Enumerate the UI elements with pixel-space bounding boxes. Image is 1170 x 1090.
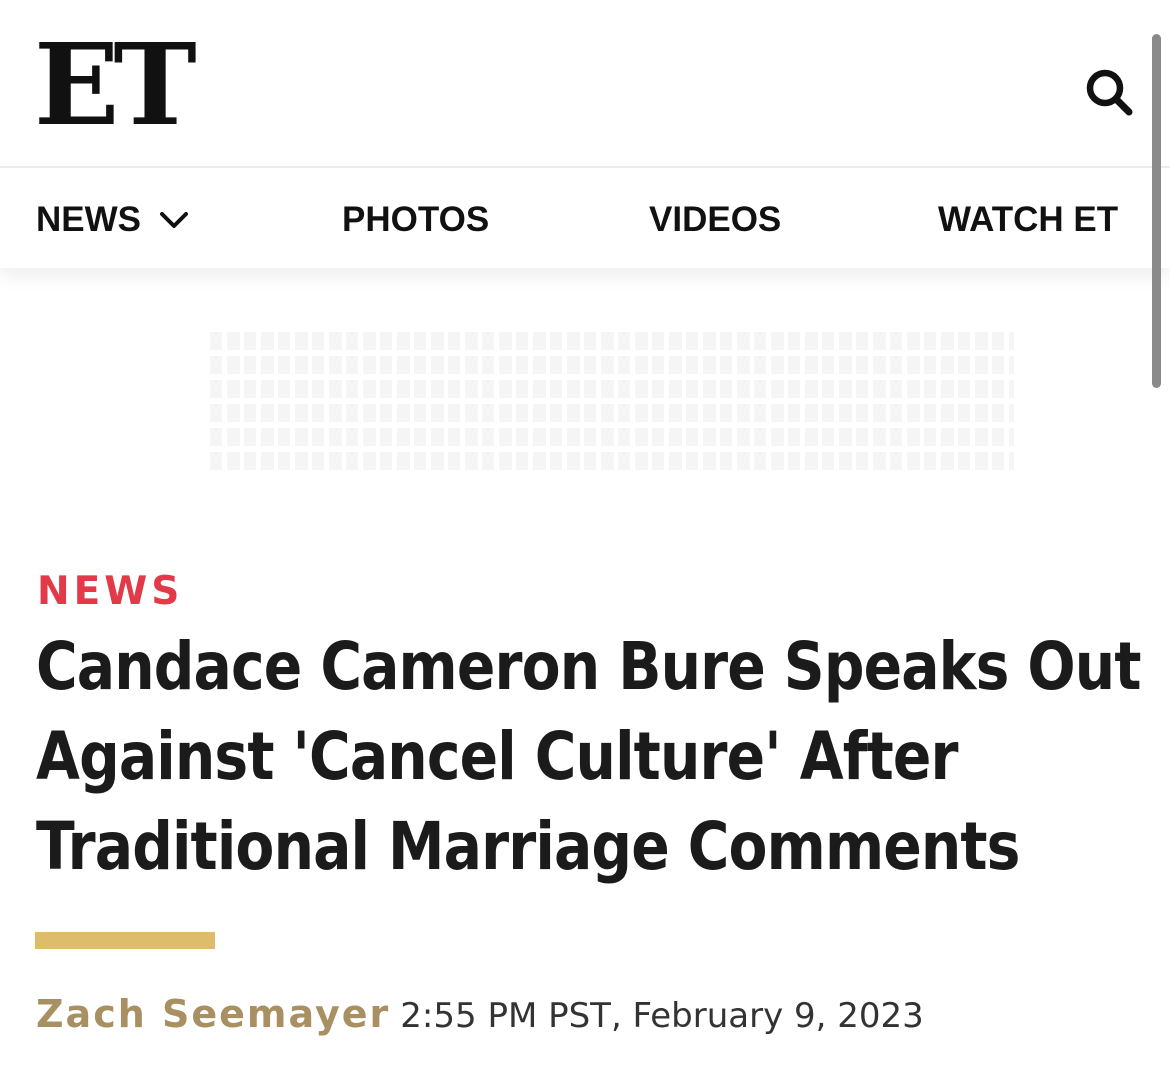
nav-item-photos[interactable]: PHOTOS — [342, 200, 489, 240]
ad-placeholder-line — [210, 332, 1014, 350]
publish-timestamp: 2:55 PM PST, February 9, 2023 — [400, 996, 924, 1036]
nav-item-news-label: NEWS — [36, 200, 141, 239]
ad-placeholder-line — [210, 356, 1014, 374]
article-headline: Candace Cameron Bure Speaks Out Against … — [36, 628, 1141, 885]
ad-placeholder-line — [210, 452, 1014, 470]
chevron-down-icon — [159, 199, 189, 239]
nav-item-videos[interactable]: VIDEOS — [649, 200, 781, 240]
ad-placeholder-line — [210, 380, 1014, 398]
headline-accent-bar — [35, 932, 215, 949]
ad-placeholder-line — [210, 428, 1014, 446]
scrollbar[interactable] — [1152, 34, 1161, 388]
nav-item-watch-et[interactable]: WATCH ET — [938, 200, 1118, 240]
ad-placeholder-line — [210, 404, 1014, 422]
et-logo[interactable]: ET — [34, 30, 197, 142]
article-category[interactable]: NEWS — [37, 570, 183, 614]
ad-placeholder — [210, 332, 1014, 480]
site-header: ET — [0, 0, 1170, 168]
search-icon — [1086, 69, 1133, 116]
author-link[interactable]: Zach Seemayer — [36, 992, 390, 1036]
main-nav: NEWS PHOTOS VIDEOS WATCH ET — [0, 168, 1170, 268]
byline: Zach Seemayer 2:55 PM PST, February 9, 20… — [36, 990, 924, 1047]
nav-item-news[interactable]: NEWS — [36, 200, 189, 240]
search-button[interactable] — [1082, 64, 1138, 120]
